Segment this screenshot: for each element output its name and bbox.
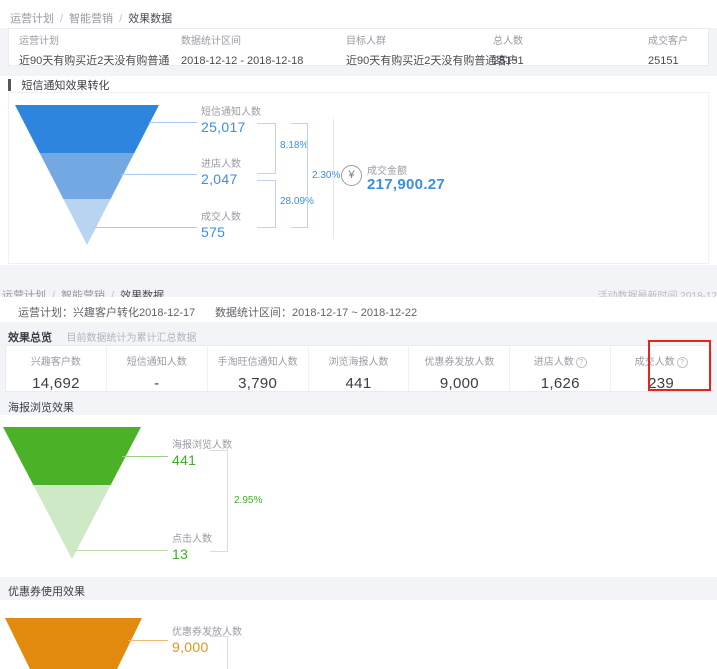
connector-line [149,122,197,123]
sms-funnel-chart [15,105,159,245]
breadcrumb-item-marketing[interactable]: 智能营销 [69,13,113,25]
funnel-segment-deal [15,199,159,245]
poster-funnel-card: 海报浏览人数 441 点击人数 13 2.95% [0,415,717,577]
breadcrumb-separator: / [119,13,122,25]
plan-row: 运营计划：兴趣客户转化2018-12-17 数据统计区间：2018-12-17 … [0,297,717,322]
stat-label: 优惠券发放人数 [409,353,509,368]
stat-column-sms: 短信通知人数 - [106,346,207,391]
info-col-total: 总人数 25151 [493,36,524,68]
poster-section-title: 海报浏览效果 [8,399,74,415]
stat-column-visit: 进店人数? 1,626 [509,346,610,391]
overview-title: 效果总览 [8,332,52,344]
range-value: 2018-12-17 ~ 2018-12-22 [292,307,417,319]
breadcrumb: 运营计划 / 智能营销 / 效果数据 [10,9,172,27]
funnel-level-visit: 进店人数 2,047 [201,159,241,187]
funnel-level-value: 9,000 [172,639,242,655]
date-range: 数据统计区间：2018-12-17 ~ 2018-12-22 [215,304,417,320]
funnel-level-deal: 成交人数 575 [201,212,241,240]
stat-value: 1,626 [510,375,610,392]
coupon-section-title: 优惠券使用效果 [8,583,85,599]
conversion-bracket-overall [291,123,308,228]
breadcrumb-separator: / [60,13,63,25]
info-label: 数据统计区间 [181,36,303,48]
info-col-plan: 运营计划 近90天有购买近2天没有购普通 [19,36,169,68]
funnel-level-sms: 短信通知人数 25,017 [201,107,261,135]
overview-title-row: 效果总览 目前数据统计为累计汇总数据 [8,328,196,346]
funnel-segment-coupon [5,618,142,669]
connector-line [94,227,197,228]
info-label: 总人数 [493,36,524,48]
overview-note: 目前数据统计为累计汇总数据 [66,333,196,344]
conversion-rate: 2.95% [234,495,262,506]
conversion-bracket-1 [257,123,276,174]
vertical-divider [333,119,334,239]
breadcrumb-item-current: 效果数据 [128,13,172,25]
coupon-funnel-card: 优惠券发放人数 9,000 [0,600,717,669]
info-value: 25151 [493,54,524,68]
conversion-rate-overall: 2.30% [312,170,340,181]
stat-label: 手淘旺信通知人数 [208,353,308,368]
conversion-bracket-2 [257,180,276,228]
range-label: 数据统计区间： [215,307,292,319]
deal-amount-value: 217,900.27 [367,176,445,193]
connector-line [122,456,168,457]
funnel-level-value: 575 [201,224,241,240]
funnel-level-value: 13 [172,546,212,562]
funnel-level-label: 成交人数 [201,212,241,224]
connector-line [74,550,168,551]
overview-stats-card: 兴趣客户数 14,692 短信通知人数 - 手淘旺信通知人数 3,790 浏览海… [5,345,712,392]
plan-name: 运营计划：兴趣客户转化2018-12-17 [18,304,195,320]
info-icon[interactable]: ? [576,357,587,368]
funnel-level-label: 点击人数 [172,534,212,546]
connector-line [121,174,197,175]
stat-label: 进店人数? [510,353,610,368]
info-label: 运营计划 [19,36,169,48]
info-value: 近90天有购买近2天没有购普通 [19,54,169,68]
campaign-info-card: 运营计划 近90天有购买近2天没有购普通 数据统计区间 2018-12-12 -… [8,28,709,66]
funnel-segment-click [3,485,141,559]
section-title-bar [8,79,11,91]
sms-funnel-card: 短信通知人数 25,017 进店人数 2,047 成交人数 575 8.18% … [8,92,709,264]
breadcrumb-item-plan[interactable]: 运营计划 [10,13,54,25]
funnel-level-label: 短信通知人数 [201,107,261,119]
stat-column-poster-view: 浏览海报人数 441 [308,346,409,391]
stat-value: 441 [309,375,409,392]
currency-icon: ¥ [341,165,362,186]
funnel-level-value: 25,017 [201,119,261,135]
plan-value: 兴趣客户转化2018-12-17 [73,307,195,319]
funnel-level-value: 2,047 [201,171,241,187]
page: { "colors": { "accent_blue": "#3a8ee6", … [0,0,717,669]
info-value: 2018-12-12 - 2018-12-18 [181,54,303,68]
stat-label: 兴趣客户数 [6,353,106,368]
conversion-bracket-partial [210,636,228,669]
funnel-segment-visit [15,153,159,199]
coupon-funnel-chart [5,618,142,669]
deal-amount-label: 成交金额 [367,162,407,177]
stat-value: 9,000 [409,375,509,392]
info-value: 25151 [648,54,688,68]
highlight-box-deal-count [648,340,711,391]
stat-column-wangxin: 手淘旺信通知人数 3,790 [207,346,308,391]
info-col-customers: 成交客户 25151 [648,36,688,68]
stat-label: 浏览海报人数 [309,353,409,368]
funnel-level-label: 优惠券发放人数 [172,627,242,639]
stat-value: 14,692 [6,375,106,392]
funnel-segment-sms [15,105,159,153]
connector-line [128,640,168,641]
stat-label: 短信通知人数 [107,353,207,368]
funnel-level-click: 点击人数 13 [172,534,212,562]
sms-section-title: 短信通知效果转化 [21,80,109,92]
stat-column-coupon: 优惠券发放人数 9,000 [408,346,509,391]
plan-label: 运营计划： [18,307,73,319]
stat-value: 3,790 [208,375,308,392]
poster-funnel-chart [3,427,141,559]
funnel-segment-poster-view [3,427,141,485]
info-col-range: 数据统计区间 2018-12-12 - 2018-12-18 [181,36,303,68]
stat-value: - [107,375,207,392]
conversion-bracket [210,450,228,552]
info-label: 成交客户 [648,36,688,48]
stat-column-interest: 兴趣客户数 14,692 [6,346,106,391]
funnel-level-label: 进店人数 [201,159,241,171]
funnel-level-coupon: 优惠券发放人数 9,000 [172,627,242,655]
